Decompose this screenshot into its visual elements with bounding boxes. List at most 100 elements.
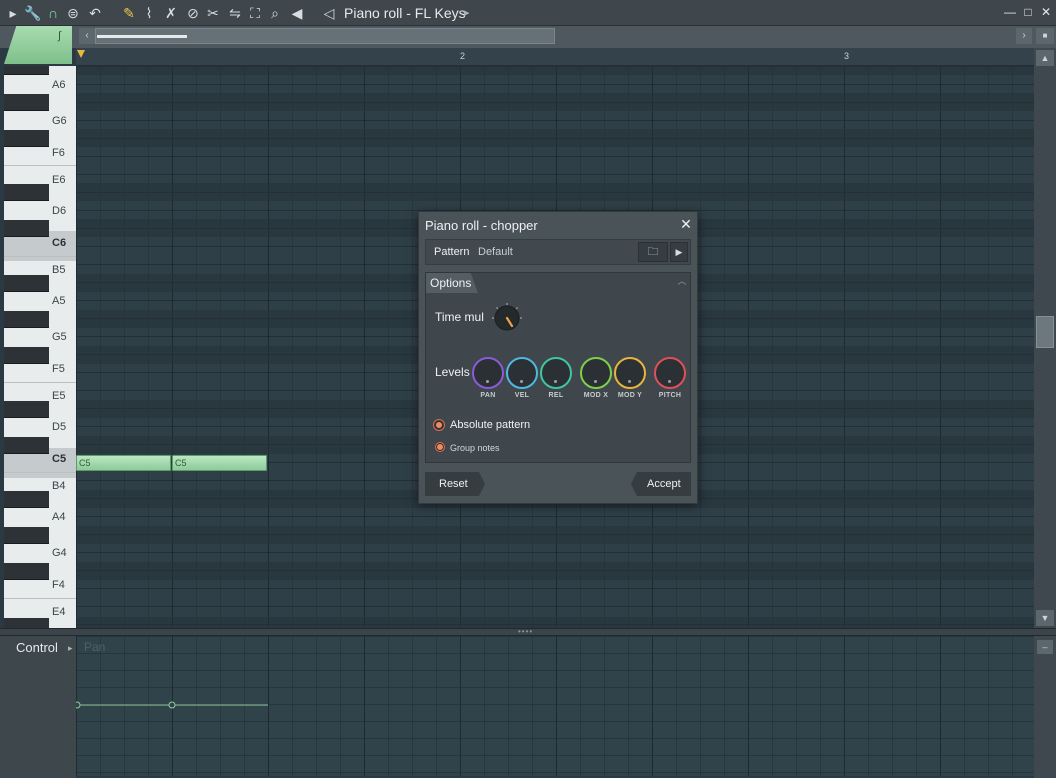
splitter-grip-icon[interactable]: ••••	[518, 628, 538, 636]
grid-row-black	[76, 526, 1034, 545]
event-point[interactable]	[168, 701, 176, 709]
piano-key-label: E6	[52, 174, 66, 186]
event-editor-side	[1034, 636, 1056, 778]
close-icon[interactable]: ✕	[679, 217, 693, 231]
grid-row-black	[76, 66, 1034, 76]
slice-tool-icon[interactable]: ✂	[204, 4, 222, 22]
bar-number: 3	[844, 51, 850, 61]
piano-key-label: B4	[52, 480, 66, 492]
piano-key-black[interactable]	[4, 220, 49, 238]
event-point[interactable]	[76, 701, 81, 709]
piano-key-black[interactable]	[4, 491, 49, 509]
vertical-scroll-thumb[interactable]	[1036, 316, 1054, 348]
scroll-up-button[interactable]: ▲	[1036, 50, 1054, 66]
pattern-value[interactable]: Default	[478, 246, 513, 258]
playback-tool-icon[interactable]: ◀	[288, 4, 306, 22]
window-title[interactable]: Piano roll - FL Keys	[344, 4, 466, 22]
menu-circle-icon[interactable]: ⊜	[64, 4, 82, 22]
collapse-chevron-icon[interactable]: ︿	[676, 275, 688, 287]
knob-indicator	[520, 380, 523, 383]
piano-keyboard[interactable]: A6 G6 F6 E6 D6 C6 B5 A5 G5 F5 E5 D5 C5 B4 A4 G4 F4 E4	[4, 66, 76, 628]
piano-key-label: A5	[52, 295, 66, 307]
pattern-next-icon[interactable]: ▶	[670, 242, 688, 262]
piano-key-black[interactable]	[4, 346, 49, 364]
piano-key-label: F4	[52, 579, 65, 591]
speaker-icon[interactable]: ◁	[320, 4, 338, 22]
scroll-right-button[interactable]: ›	[1016, 28, 1032, 44]
level-knob-pan[interactable]	[472, 357, 504, 389]
time-mul-knob[interactable]	[490, 301, 524, 335]
select-tool-icon[interactable]: ⛶	[246, 4, 264, 22]
zoom-icon[interactable]: ⌕	[266, 4, 284, 22]
absolute-pattern-label[interactable]: Absolute pattern	[450, 419, 530, 431]
note[interactable]: C5	[76, 455, 171, 471]
piano-key-black[interactable]	[4, 274, 49, 292]
timeline-ruler[interactable]: 2 3	[76, 48, 1034, 66]
slip-tool-icon[interactable]: ⇋	[226, 4, 244, 22]
piano-key-black[interactable]	[4, 400, 49, 418]
playhead-marker-icon[interactable]	[77, 50, 85, 58]
piano-key-black[interactable]	[4, 130, 49, 148]
knob-indicator	[628, 380, 631, 383]
control-target-menu[interactable]: Control	[16, 640, 58, 655]
wrench-icon[interactable]: 🔧	[24, 4, 42, 22]
piano-key-label: G5	[52, 331, 67, 343]
delete-tool-icon[interactable]: ✗	[162, 4, 180, 22]
piano-key-black[interactable]	[4, 563, 49, 581]
piano-key-black[interactable]	[4, 437, 49, 455]
grid-row-black	[76, 616, 1034, 628]
piano-key-label: B5	[52, 264, 66, 276]
magnet-icon[interactable]: ∩	[44, 4, 62, 22]
piano-key-black[interactable]	[4, 94, 49, 112]
event-curve[interactable]	[76, 636, 1034, 776]
scroll-down-button[interactable]: ▼	[1036, 610, 1054, 626]
piano-key-black[interactable]	[4, 527, 49, 545]
options-panel: Options ︿ Time mul Levels PAN VEL REL MOD X…	[425, 272, 691, 463]
play-arrow-icon[interactable]: ▸	[4, 4, 22, 22]
level-knob-mod-x[interactable]	[580, 357, 612, 389]
folder-icon[interactable]: 🗀	[638, 242, 668, 262]
reset-button[interactable]: Reset	[425, 472, 485, 496]
piano-key-black[interactable]	[4, 66, 49, 76]
horizontal-scroll-thumb[interactable]	[97, 35, 187, 38]
piano-key-label: F5	[52, 363, 65, 375]
key-separator	[4, 472, 76, 474]
chopper-dialog: Piano roll - chopper ✕ Pattern Default 🗀…	[418, 211, 698, 504]
piano-key-label: E5	[52, 390, 66, 402]
piano-key-black[interactable]	[4, 617, 49, 628]
level-knob-rel[interactable]	[540, 357, 572, 389]
key-separator	[4, 381, 76, 383]
maximize-icon[interactable]: □	[1020, 4, 1036, 20]
close-window-icon[interactable]: ✕	[1038, 4, 1054, 20]
knob-indicator	[594, 380, 597, 383]
pattern-selector[interactable]: Pattern Default 🗀 ▶	[425, 239, 691, 265]
paint-brush-icon[interactable]: ⌇	[140, 4, 158, 22]
event-menu-button[interactable]: –	[1037, 640, 1053, 654]
level-knob-mod-y[interactable]	[614, 357, 646, 389]
piano-key-label: D6	[52, 205, 67, 217]
scroll-left-button[interactable]: ‹	[79, 28, 95, 44]
zoom-handle-icon[interactable]: ■	[1036, 28, 1054, 44]
piano-key-label: D5	[52, 421, 67, 433]
level-caption: MOD Y	[617, 392, 643, 399]
control-arrow-icon[interactable]: ▸	[68, 643, 73, 654]
pencil-icon[interactable]: ✎	[120, 4, 138, 22]
level-knob-pitch[interactable]	[654, 357, 686, 389]
accept-button[interactable]: Accept	[631, 472, 691, 496]
note[interactable]: C5	[172, 455, 267, 471]
piano-key-black[interactable]	[4, 184, 49, 202]
radio-dot	[436, 422, 442, 428]
undo-icon[interactable]: ↶	[86, 4, 104, 22]
group-notes-radio[interactable]	[435, 442, 445, 452]
mute-tool-icon[interactable]: ⊘	[184, 4, 202, 22]
title-chevron-icon[interactable]: ▸	[464, 4, 470, 22]
snap-corner-icon: ∫	[58, 30, 62, 42]
group-notes-label[interactable]: Group notes	[450, 443, 500, 453]
piano-key-black[interactable]	[4, 310, 49, 328]
level-knob-vel[interactable]	[506, 357, 538, 389]
grid-row-black	[76, 129, 1034, 148]
minimize-icon[interactable]: —	[1002, 4, 1018, 20]
absolute-pattern-radio[interactable]	[433, 419, 445, 431]
piano-key-label: A4	[52, 511, 66, 523]
options-tab[interactable]: Options	[426, 273, 478, 293]
